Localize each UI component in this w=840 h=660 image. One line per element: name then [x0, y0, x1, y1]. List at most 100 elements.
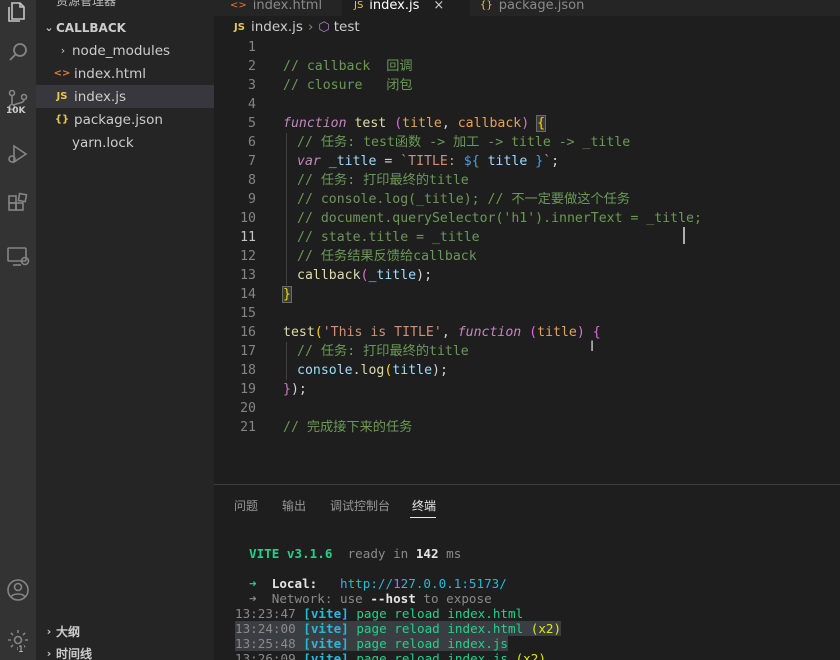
- comment: // document.querySelector('h1').innerTex…: [297, 211, 702, 226]
- breadcrumb: JS index.js › ⬡ test: [214, 16, 840, 38]
- paren: (: [314, 325, 323, 340]
- symbol-method-icon: ⬡: [318, 19, 330, 35]
- tab-label: index.js: [369, 0, 420, 13]
- local-url[interactable]: http://127.0.0.1:5173/: [317, 576, 507, 591]
- interp: ${: [463, 154, 480, 169]
- log-time: 13:25:48: [235, 636, 296, 651]
- tree-item-package-json[interactable]: {} package.json: [36, 108, 214, 131]
- tab-index-html[interactable]: <> index.html: [230, 0, 340, 16]
- line-number: 7: [248, 154, 256, 169]
- close-icon[interactable]: ×: [433, 0, 444, 13]
- code-editor[interactable]: 1 2 3 4 5 6 7 8 9 10 11 12 13 14 15 16 17 18 19 20 21 // cal…: [214, 38, 840, 484]
- extensions-icon[interactable]: [0, 184, 36, 224]
- terminal-log-line: 13:25:48 [vite] page reload index.js: [235, 636, 508, 651]
- tree-item-node-modules[interactable]: › node_modules: [36, 39, 214, 62]
- line-number: 6: [248, 135, 256, 150]
- breadcrumb-file[interactable]: index.js: [251, 19, 303, 35]
- log-extra: (x2): [508, 651, 546, 660]
- log-tag: [vite]: [303, 636, 349, 651]
- code-line-8: // 任务: 打印最终的title: [297, 171, 469, 190]
- log-tag: [vite]: [303, 606, 349, 621]
- tab-label: package.json: [498, 0, 585, 13]
- interp: }: [535, 154, 544, 169]
- line-number: 8: [248, 173, 256, 188]
- line-number: 13: [240, 268, 256, 283]
- terminal-local-line: ➜ Local: http://127.0.0.1:5173/: [249, 576, 507, 591]
- comment: // console.log(_title); // 不一定要做这个任务: [297, 192, 631, 207]
- code-line-12: // 任务结果反馈给callback: [297, 247, 477, 266]
- source-control-badge: 10K: [6, 106, 26, 116]
- code-line-18: console.log(title);: [297, 361, 448, 380]
- code-line-17: // 任务: 打印最终的title: [297, 342, 469, 361]
- explorer-sidebar: 资源管理器 ⌄ CALLBACK › node_modules <> index…: [36, 0, 214, 660]
- arrow-icon: ➜: [249, 591, 257, 606]
- tree-item-yarn-lock[interactable]: yarn.lock: [36, 131, 214, 154]
- network-rest: to expose: [415, 591, 492, 606]
- line-number: 12: [240, 249, 256, 264]
- network-text: use: [332, 591, 371, 606]
- remote-explorer-icon[interactable]: [0, 236, 36, 276]
- tab-problems[interactable]: 问题: [234, 497, 258, 514]
- function-call: callback: [297, 268, 361, 283]
- run-debug-icon[interactable]: [0, 134, 36, 174]
- brace: }: [282, 286, 292, 303]
- account-icon[interactable]: [0, 570, 36, 610]
- code-line-11: // state.title = _title: [297, 228, 480, 247]
- settings-badge: 1: [18, 645, 24, 655]
- network-label: Network:: [256, 591, 333, 606]
- terminal-log-line: 13:24:00 [vite] page reload index.html (…: [235, 621, 562, 636]
- outline-label: 大纲: [56, 625, 81, 639]
- line-number: 9: [248, 192, 256, 207]
- param: title: [402, 116, 442, 131]
- tree-item-label: package.json: [74, 111, 163, 128]
- chevron-down-icon: ⌄: [44, 21, 54, 34]
- tree-item-index-html[interactable]: <> index.html: [36, 62, 214, 85]
- punct: );: [290, 382, 307, 397]
- log-msg: page reload index.js: [348, 651, 508, 660]
- text-cursor: [683, 227, 685, 244]
- vite-version: v3.1.6: [279, 546, 333, 561]
- breadcrumb-symbol[interactable]: test: [334, 19, 360, 35]
- terminal-log-line: 13:26:09 [vite] page reload index.js (x2…: [235, 651, 546, 660]
- line-number: 14: [240, 287, 256, 302]
- terminal-network-line: ➜ Network: use --host to expose: [249, 591, 492, 606]
- comment: // closure 闭包: [283, 78, 413, 93]
- log-msg: page reload index.js: [348, 636, 508, 651]
- timeline-section[interactable]: › 时间线: [36, 642, 214, 660]
- string: 'This is TITLE': [322, 325, 442, 340]
- ready-ms: 142: [415, 546, 439, 561]
- tree-item-index-js[interactable]: JS index.js: [36, 85, 214, 108]
- param: callback: [457, 116, 522, 131]
- variable: console: [297, 363, 353, 378]
- variable: title: [479, 154, 536, 169]
- operator: =: [376, 154, 401, 169]
- outline-section[interactable]: › 大纲: [36, 620, 214, 643]
- project-folder[interactable]: ⌄ CALLBACK: [36, 16, 214, 39]
- explorer-header: 资源管理器: [56, 0, 117, 8]
- log-extra: (x2): [523, 621, 562, 636]
- tab-terminal[interactable]: 终端: [412, 497, 436, 514]
- code-line-19: });: [283, 380, 307, 399]
- files-icon[interactable]: [0, 0, 36, 32]
- paren: ): [521, 116, 538, 131]
- tab-index-js[interactable]: JS index.js ×: [342, 0, 470, 16]
- punct: );: [416, 268, 433, 283]
- chevron-right-icon: ›: [46, 647, 52, 660]
- string: `: [543, 154, 552, 169]
- line-number: 18: [240, 363, 256, 378]
- code-line-16: test('This is TITLE', function (title) {: [283, 323, 601, 342]
- log-tag: [vite]: [303, 621, 349, 636]
- tree-item-label: node_modules: [72, 42, 171, 59]
- log-time: 13:24:00: [235, 621, 296, 636]
- keyword: function: [283, 116, 347, 131]
- tab-package-json[interactable]: {} package.json: [480, 0, 620, 16]
- comment: // callback 回调: [283, 59, 413, 74]
- comment: // 任务: test函数 -> 加工 -> title -> _title: [297, 135, 631, 150]
- html-file-icon: <>: [230, 0, 247, 11]
- punct: ;: [551, 154, 560, 169]
- js-file-icon: JS: [56, 91, 68, 102]
- brace: {: [592, 325, 601, 340]
- tab-debug-console[interactable]: 调试控制台: [330, 497, 390, 514]
- search-icon[interactable]: [0, 32, 36, 72]
- tab-output[interactable]: 输出: [282, 497, 306, 514]
